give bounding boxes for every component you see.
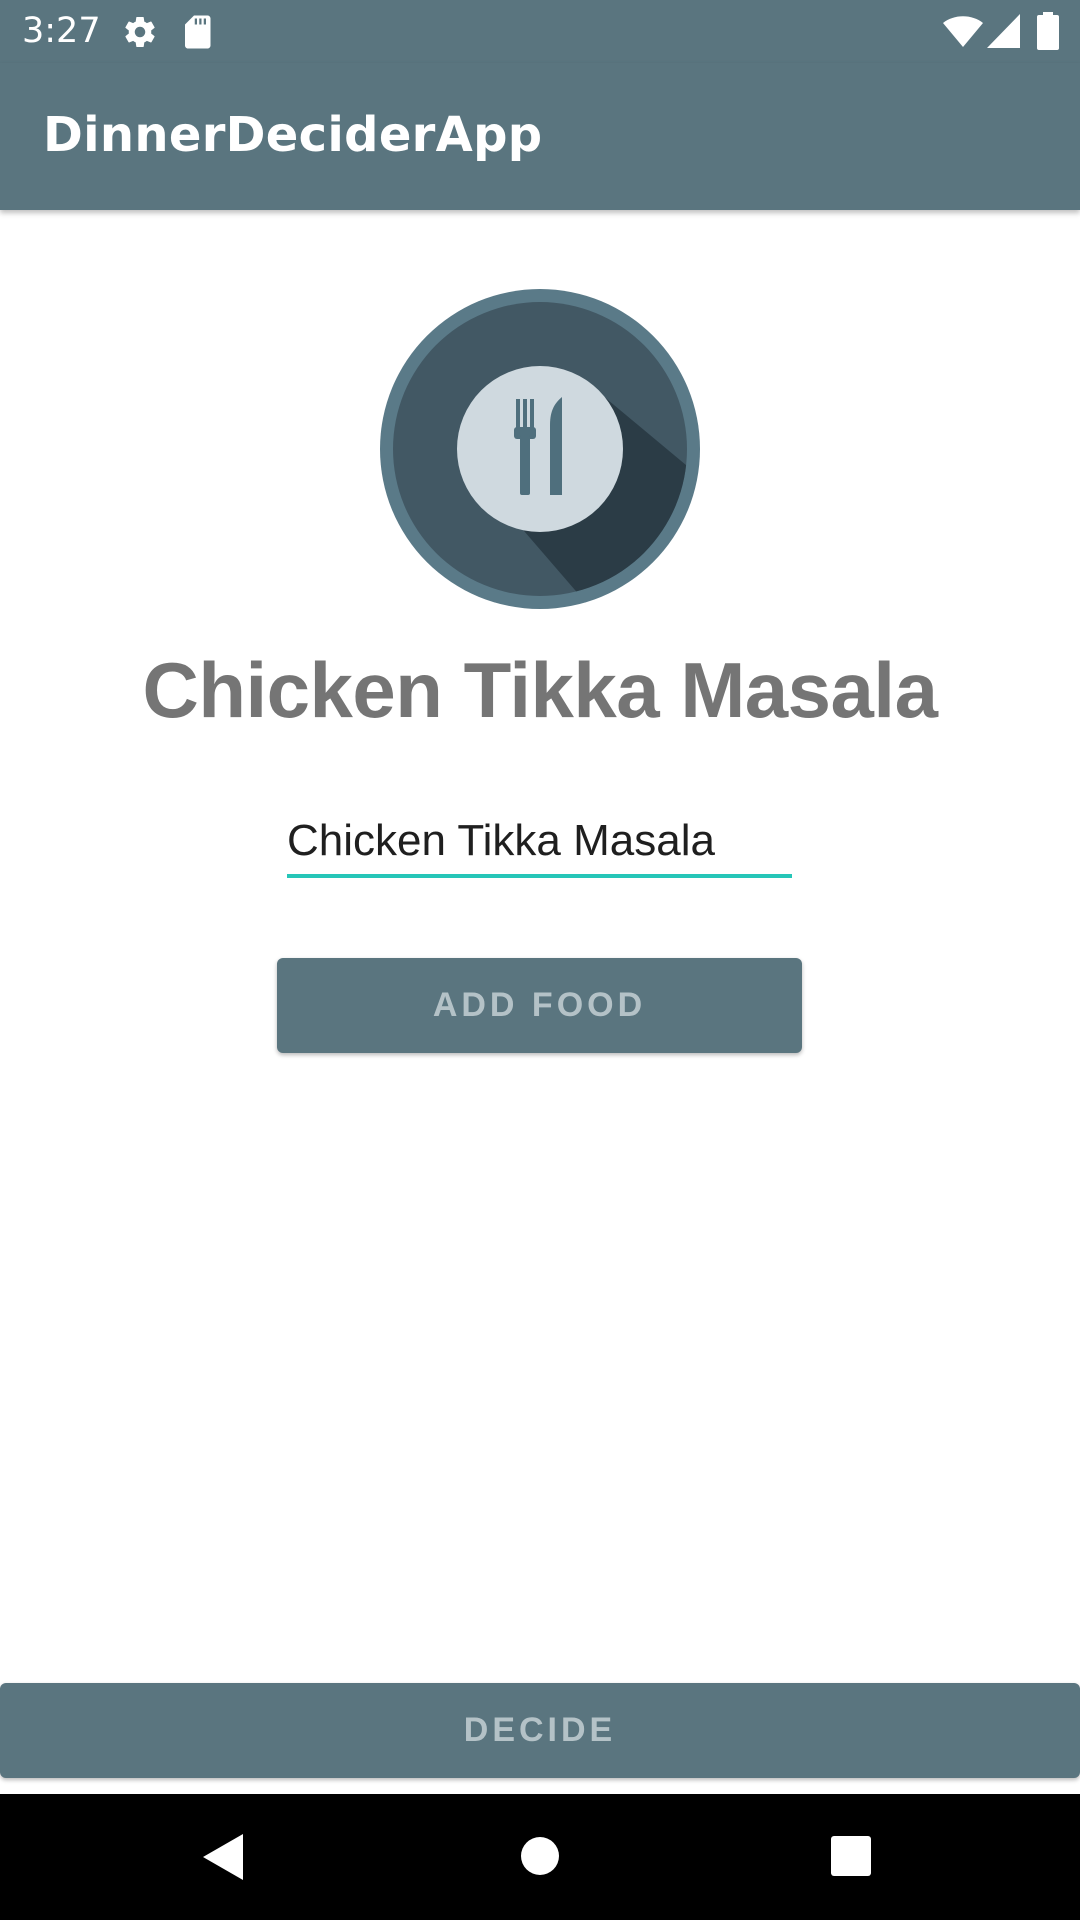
dinner-decider-screen: 3:27 DinnerDeciderApp Chicken Tikka Masa… xyxy=(0,0,1080,1920)
decide-button[interactable]: Decide xyxy=(0,1683,1080,1778)
status-time: 3:27 xyxy=(22,11,101,51)
navigation-bar xyxy=(0,1794,1080,1920)
back-icon[interactable] xyxy=(203,1834,243,1880)
app-title: DinnerDeciderApp xyxy=(43,107,543,163)
selected-food-title: Chicken Tikka Masala xyxy=(142,646,938,734)
cell-signal-icon xyxy=(987,14,1020,48)
food-input[interactable] xyxy=(287,808,792,878)
battery-icon xyxy=(1037,12,1059,50)
wifi-icon xyxy=(943,16,983,47)
plate-fork-knife-icon xyxy=(380,289,700,609)
recents-icon[interactable] xyxy=(831,1836,871,1876)
settings-icon xyxy=(125,17,155,47)
status-bar: 3:27 xyxy=(0,0,1080,63)
home-icon[interactable] xyxy=(520,1836,560,1876)
add-food-button[interactable]: Add Food xyxy=(277,958,802,1053)
app-bar: DinnerDeciderApp xyxy=(0,63,1080,210)
sd-card-icon xyxy=(185,15,211,49)
